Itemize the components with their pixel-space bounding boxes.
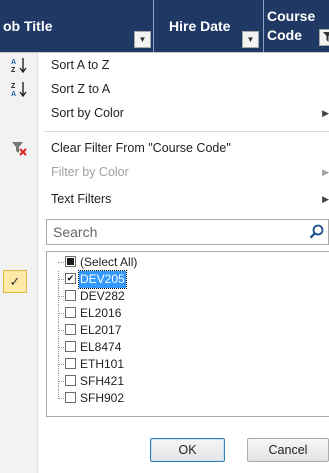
header-hire-date-label: Hire Date xyxy=(169,18,231,34)
menu-item-label: Sort Z to A xyxy=(51,82,111,96)
tree-line xyxy=(58,313,64,314)
ok-button[interactable]: OK xyxy=(150,438,225,462)
submenu-arrow-icon: ▶ xyxy=(322,194,329,204)
submenu-arrow-icon: ▶ xyxy=(322,108,329,118)
list-item-label: DEV205 xyxy=(78,270,127,289)
menu-separator xyxy=(44,131,329,132)
sort-ascending-icon: A Z xyxy=(0,53,37,77)
tree-line xyxy=(58,381,64,382)
header-job-title[interactable]: ob Title ▼ xyxy=(0,0,153,52)
cancel-button[interactable]: Cancel xyxy=(247,438,329,462)
menu-item-text-filters[interactable]: Text Filters ▶ xyxy=(0,187,329,211)
tree-line xyxy=(58,296,64,297)
svg-text:A: A xyxy=(11,59,16,66)
checkbox-unchecked[interactable] xyxy=(65,307,76,318)
column-header-row: ob Title ▼ Hire Date ▼ Course Code xyxy=(0,0,329,52)
svg-text:Z: Z xyxy=(11,67,16,74)
menu-item-sort-z-to-a[interactable]: Z A Sort Z to A xyxy=(0,77,329,101)
list-item[interactable]: SFH902 xyxy=(47,390,327,407)
list-item[interactable]: ETH101 xyxy=(47,356,327,373)
checkbox-unchecked[interactable] xyxy=(65,341,76,352)
list-item-label: SFH421 xyxy=(80,374,125,388)
filter-search-input[interactable] xyxy=(47,220,319,244)
job-title-filter-dropdown-icon[interactable]: ▼ xyxy=(134,31,151,48)
filter-search-box[interactable] xyxy=(46,219,329,245)
checkbox-indeterminate[interactable] xyxy=(65,256,76,267)
tree-line xyxy=(58,364,64,365)
search-icon[interactable] xyxy=(308,223,326,241)
sort-descending-icon: Z A xyxy=(0,77,37,101)
list-item[interactable]: ✔ DEV205 xyxy=(47,270,327,289)
active-filter-check-icon: ✓ xyxy=(3,270,27,293)
tree-line xyxy=(58,347,64,348)
list-item-label: EL8474 xyxy=(80,340,122,354)
list-item-label: SFH902 xyxy=(80,391,125,405)
svg-text:A: A xyxy=(11,91,16,98)
menu-item-sort-by-color[interactable]: Sort by Color ▶ xyxy=(0,101,329,125)
menu-item-label: Clear Filter From "Course Code" xyxy=(51,141,231,155)
list-item-label: EL2017 xyxy=(80,323,122,337)
menu-item-clear-filter[interactable]: Clear Filter From "Course Code" xyxy=(0,136,329,160)
list-item-select-all[interactable]: (Select All) xyxy=(47,254,327,271)
header-hire-date[interactable]: Hire Date ▼ xyxy=(154,0,263,52)
checkbox-unchecked[interactable] xyxy=(65,392,76,403)
filter-values-list[interactable]: (Select All) ✔ DEV205 DEV282 EL2016 EL20… xyxy=(46,251,329,417)
header-course-code-label-line2: Code xyxy=(267,27,302,43)
menu-item-sort-a-to-z[interactable]: A Z Sort A to Z xyxy=(0,53,329,77)
checkbox-unchecked[interactable] xyxy=(65,324,76,335)
list-item[interactable]: EL2016 xyxy=(47,305,327,322)
hire-date-filter-dropdown-icon[interactable]: ▼ xyxy=(242,31,259,48)
autofilter-menu: A Z Sort A to Z Z A Sort Z to A Sort by … xyxy=(0,52,329,473)
checkbox-unchecked[interactable] xyxy=(65,290,76,301)
checkbox-checked[interactable]: ✔ xyxy=(65,273,76,284)
header-course-code[interactable]: Course Code xyxy=(264,0,329,52)
tree-line xyxy=(58,279,64,280)
list-item-label: ETH101 xyxy=(80,357,125,371)
tree-line xyxy=(58,398,64,399)
course-code-filter-active-icon[interactable] xyxy=(319,29,329,46)
list-item-label: DEV282 xyxy=(80,289,125,303)
menu-item-label: Filter by Color xyxy=(51,165,129,179)
menu-item-filter-by-color: Filter by Color ▶ xyxy=(0,160,329,184)
list-item[interactable]: SFH421 xyxy=(47,373,327,390)
header-course-code-label-line1: Course xyxy=(267,8,316,24)
checkbox-unchecked[interactable] xyxy=(65,358,76,369)
checkbox-unchecked[interactable] xyxy=(65,375,76,386)
submenu-arrow-icon: ▶ xyxy=(322,167,329,177)
svg-text:Z: Z xyxy=(11,83,16,90)
menu-item-label: Text Filters xyxy=(51,192,112,206)
list-item[interactable]: DEV282 xyxy=(47,288,327,305)
list-item[interactable]: EL8474 xyxy=(47,339,327,356)
menu-item-label: Sort A to Z xyxy=(51,58,110,72)
menu-item-label: Sort by Color xyxy=(51,106,124,120)
list-item-label: (Select All) xyxy=(80,255,138,269)
header-job-title-label: ob Title xyxy=(3,18,53,34)
tree-line xyxy=(58,262,64,263)
clear-filter-icon xyxy=(0,136,37,160)
tree-line xyxy=(58,330,64,331)
list-item[interactable]: EL2017 xyxy=(47,322,327,339)
list-item-label: EL2016 xyxy=(80,306,122,320)
